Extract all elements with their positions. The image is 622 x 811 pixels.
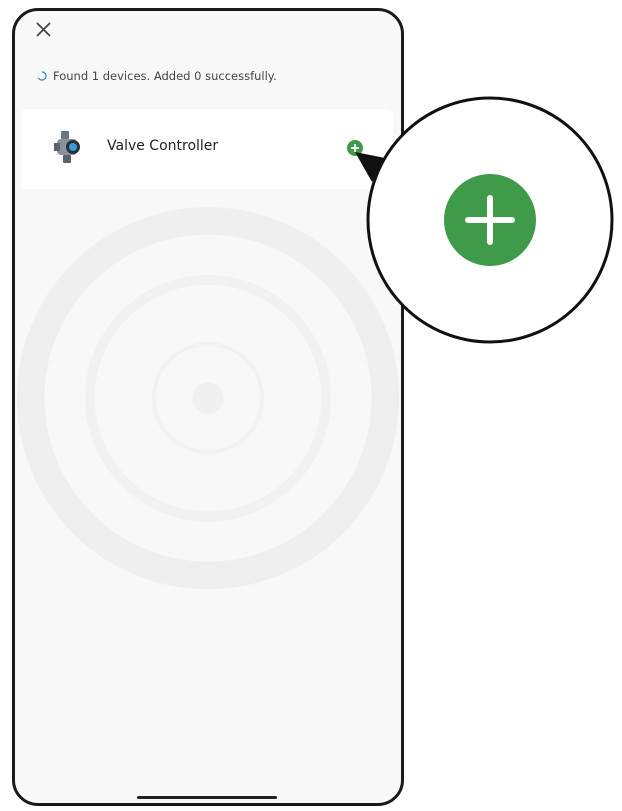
device-list-item[interactable]: Valve Controller <box>21 109 393 189</box>
scan-status-text: Found 1 devices. Added 0 successfully. <box>53 69 277 83</box>
callout-circle <box>366 96 614 344</box>
instruction-illustration: Found 1 devices. Added 0 successfully. V… <box>0 0 622 811</box>
phone-screen: Found 1 devices. Added 0 successfully. V… <box>12 8 404 806</box>
plus-icon <box>351 144 359 152</box>
loading-spinner-icon <box>37 71 47 81</box>
device-name: Valve Controller <box>107 138 219 154</box>
plus-icon <box>444 174 536 266</box>
close-icon <box>36 22 51 37</box>
close-button[interactable] <box>33 19 55 41</box>
home-indicator <box>137 796 277 799</box>
add-device-button[interactable] <box>347 140 363 156</box>
scan-status: Found 1 devices. Added 0 successfully. <box>37 69 277 83</box>
valve-icon <box>54 131 80 163</box>
